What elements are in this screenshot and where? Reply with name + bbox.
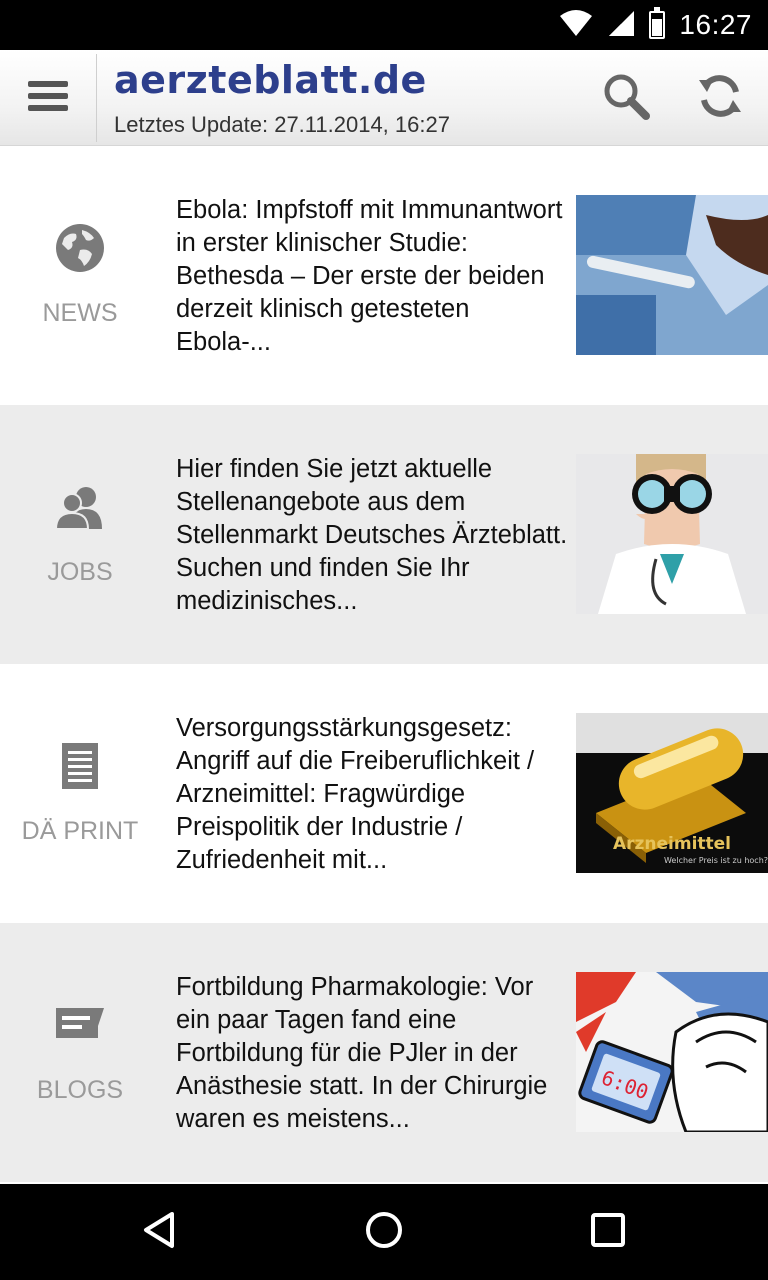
recents-button[interactable] [578,1202,638,1262]
back-button[interactable] [130,1202,190,1262]
cell-signal-icon [607,9,635,42]
category-label: DÄ PRINT [21,817,139,845]
header-divider [96,54,97,142]
print-teaser-text[interactable]: Versorgungsstärkungsgesetz: Angriff auf … [176,712,568,877]
category-label: NEWS [42,299,118,327]
document-icon [50,738,110,794]
last-update-text: Letztes Update: 27.11.2014, 16:27 [114,112,450,137]
news-thumbnail[interactable] [576,195,768,355]
thumb-caption: Arzneimittel [613,834,731,854]
category-blogs[interactable]: BLOGS [0,923,160,1182]
refresh-button[interactable] [690,68,750,128]
people-icon [50,479,110,535]
globe-icon [50,220,110,276]
recents-icon [588,1210,628,1255]
status-bar: 16:27 [0,0,768,50]
category-jobs[interactable]: JOBS [0,405,160,664]
jobs-thumbnail[interactable] [576,454,768,614]
search-button[interactable] [596,68,656,128]
jobs-teaser-text[interactable]: Hier finden Sie jetzt aktuelle Stellenan… [176,453,568,618]
app-logo: aerzteblatt.de [114,58,427,102]
list-item-blogs[interactable]: BLOGS Fortbildung Pharmakologie: Vor ein… [0,923,768,1182]
system-nav-bar [0,1184,768,1280]
news-teaser-text[interactable]: Ebola: Impfstoff mit Immunantwort in ers… [176,194,568,359]
comment-icon [50,997,110,1053]
blogs-teaser-text[interactable]: Fortbildung Pharmakologie: Vor ein paar … [176,971,568,1136]
menu-icon [28,79,68,118]
home-icon [364,1210,404,1255]
category-label: BLOGS [36,1076,124,1104]
app-header: aerzteblatt.de Letztes Update: 27.11.201… [0,50,768,146]
list-item-print[interactable]: DÄ PRINT Versorgungsstärkungsgesetz: Ang… [0,664,768,923]
print-thumbnail[interactable]: Arzneimittel Welcher Preis ist zu hoch? [576,713,768,873]
category-news[interactable]: NEWS [0,146,160,405]
content-list: NEWS Ebola: Impfstoff mit Immunantwort i… [0,146,768,1184]
list-item-jobs[interactable]: JOBS Hier finden Sie jetzt aktuelle Stel… [0,405,768,664]
category-print[interactable]: DÄ PRINT [0,664,160,923]
category-label: JOBS [47,558,113,586]
search-icon [602,72,650,125]
status-time: 16:27 [679,9,752,40]
list-item-news[interactable]: NEWS Ebola: Impfstoff mit Immunantwort i… [0,146,768,405]
menu-button[interactable] [0,50,96,146]
wifi-icon [559,9,593,42]
battery-icon [649,7,666,39]
home-button[interactable] [354,1202,414,1262]
blogs-thumbnail[interactable]: 6:00 [576,972,768,1132]
back-icon [140,1210,180,1255]
thumb-subcaption: Welcher Preis ist zu hoch? [664,856,768,865]
refresh-icon [696,72,744,125]
